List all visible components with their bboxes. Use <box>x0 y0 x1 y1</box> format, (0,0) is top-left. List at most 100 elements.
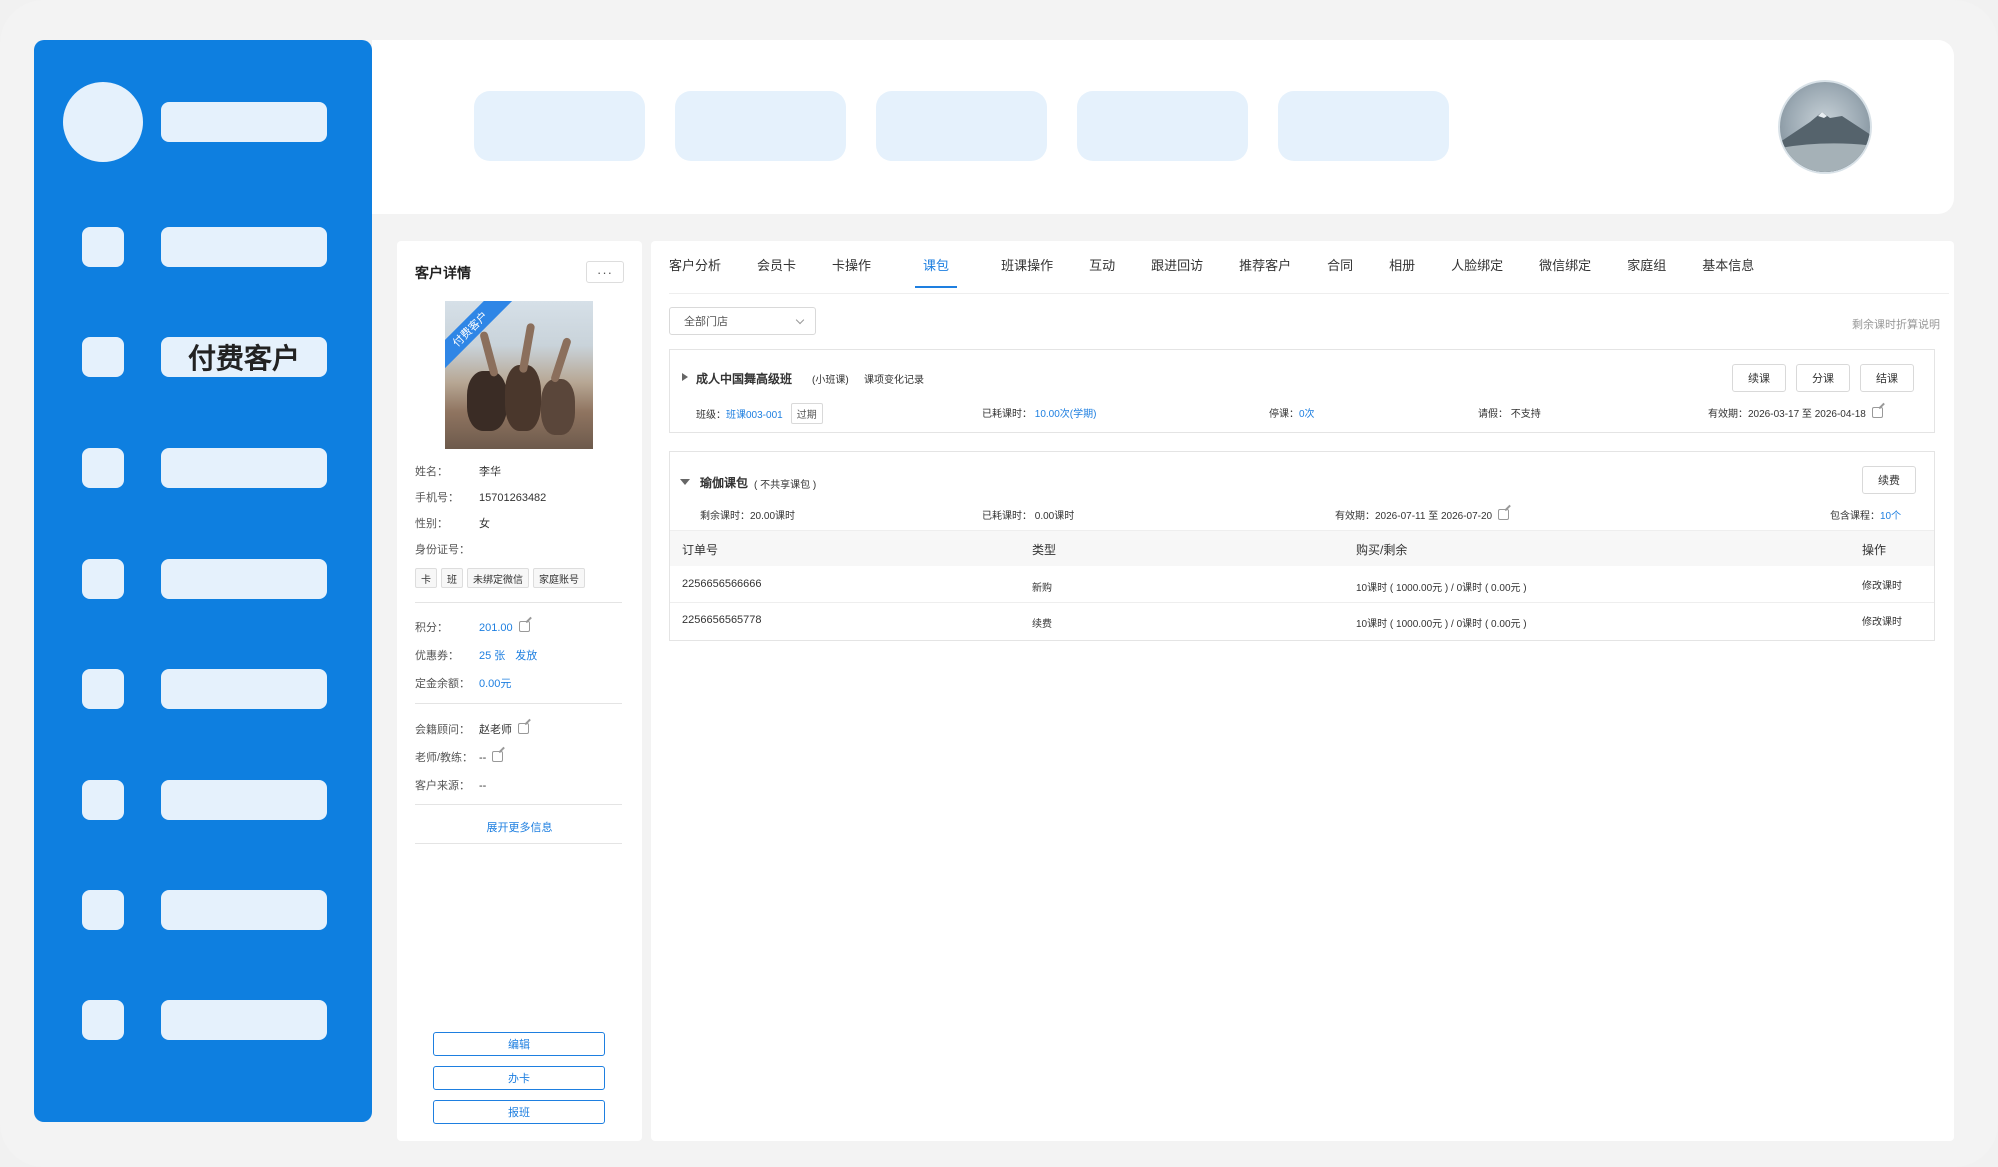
coupon-row: 优惠券： 25 张发放 <box>415 650 538 662</box>
order-type: 续费 <box>1032 619 1052 630</box>
gender-row: 性别：女 <box>415 518 490 530</box>
tab-course-package[interactable]: 课包 <box>915 259 958 291</box>
tab-basic-info[interactable]: 基本信息 <box>1702 259 1754 291</box>
remaining-hours: 剩余课时：20.00课时 <box>700 511 796 522</box>
header-nav-item[interactable] <box>876 91 1047 161</box>
sidebar-item[interactable] <box>161 669 327 709</box>
tab-album[interactable]: 相册 <box>1389 259 1415 291</box>
change-record-link[interactable]: 课项变化记录 <box>864 371 924 386</box>
top-header <box>372 40 1954 214</box>
sidebar-item[interactable] <box>161 559 327 599</box>
issue-coupon-link[interactable]: 发放 <box>515 650 537 662</box>
divider <box>415 804 622 805</box>
chevron-down-icon <box>795 315 805 325</box>
course-package-note: ( 不共享课包 ) <box>754 480 817 491</box>
sidebar-icon[interactable] <box>82 337 124 377</box>
header-nav-item[interactable] <box>1077 91 1248 161</box>
sidebar-icon[interactable] <box>82 1000 124 1040</box>
tab-wechat-binding[interactable]: 微信绑定 <box>1539 259 1591 291</box>
tag-family: 家庭账号 <box>533 568 585 588</box>
tab-card-operation[interactable]: 卡操作 <box>832 259 871 291</box>
advisor-row: 会籍顾问： 赵老师 <box>415 721 529 737</box>
store-select[interactable]: 全部门店 <box>669 307 816 335</box>
sidebar: 付费客户 <box>34 40 372 1122</box>
more-button[interactable]: ··· <box>586 261 624 283</box>
sidebar-item[interactable] <box>161 890 327 930</box>
order-type: 新购 <box>1032 583 1052 594</box>
name-row: 姓名： 李华 <box>415 466 501 478</box>
class-package-type: (小班课) <box>812 375 849 386</box>
customer-photo: 付费客户 <box>445 301 593 449</box>
col-order: 订单号 <box>682 543 719 557</box>
sidebar-item[interactable] <box>161 448 327 488</box>
apply-card-button[interactable]: 办卡 <box>433 1066 605 1090</box>
col-action: 操作 <box>1862 543 1887 557</box>
sidebar-avatar[interactable] <box>63 82 143 162</box>
sidebar-icon[interactable] <box>82 780 124 820</box>
sidebar-item-paid-customers[interactable]: 付费客户 <box>161 337 327 377</box>
leave-field: 请假： 不支持 <box>1478 409 1541 420</box>
sidebar-item[interactable] <box>161 1000 327 1040</box>
user-avatar[interactable] <box>1778 80 1872 174</box>
header-nav-item[interactable] <box>675 91 846 161</box>
continue-class-button[interactable]: 续课 <box>1732 364 1786 392</box>
modify-hours-link[interactable]: 修改课时 <box>1862 577 1902 592</box>
header-nav-item[interactable] <box>1278 91 1449 161</box>
tab-class-operation[interactable]: 班课操作 <box>1001 259 1053 291</box>
course-validity: 有效期：2026-07-11 至 2026-07-20 <box>1335 507 1510 522</box>
sidebar-item[interactable] <box>161 780 327 820</box>
edit-icon[interactable] <box>492 751 504 762</box>
edit-icon[interactable] <box>518 723 529 734</box>
tag-wechat: 未绑定微信 <box>467 568 529 588</box>
store-select-value: 全部门店 <box>684 316 728 328</box>
divider <box>415 602 622 603</box>
edit-icon[interactable] <box>1871 407 1883 418</box>
included-courses: 包含课程：10个 <box>1830 511 1902 522</box>
tab-follow-up[interactable]: 跟进回访 <box>1151 259 1203 291</box>
remaining-hours-note-link[interactable]: 剩余课时折算说明 <box>1852 316 1940 332</box>
header-nav-item[interactable] <box>474 91 645 161</box>
tab-family-group[interactable]: 家庭组 <box>1627 259 1666 291</box>
edit-icon[interactable] <box>1498 509 1510 520</box>
tab-contract[interactable]: 合同 <box>1327 259 1353 291</box>
expand-more-link[interactable]: 展开更多信息 <box>397 819 642 835</box>
class-package-name: 成人中国舞高级班 <box>696 372 793 386</box>
order-number-link[interactable]: 2256656566666 <box>682 578 762 590</box>
course-package-name: 瑜伽课包 <box>700 476 749 490</box>
sidebar-icon[interactable] <box>82 890 124 930</box>
tab-interaction[interactable]: 互动 <box>1089 259 1115 291</box>
expired-badge: 过期 <box>790 403 823 424</box>
sidebar-user-name[interactable] <box>161 102 327 142</box>
tab-face-binding[interactable]: 人脸绑定 <box>1451 259 1503 291</box>
tab-member-card[interactable]: 会员卡 <box>757 259 796 291</box>
enroll-class-button[interactable]: 报班 <box>433 1100 605 1124</box>
divider <box>415 843 622 844</box>
end-class-button[interactable]: 结课 <box>1860 364 1914 392</box>
class-link[interactable]: 班课003-001 <box>726 410 783 421</box>
sidebar-item[interactable] <box>161 227 327 267</box>
modify-hours-link[interactable]: 修改课时 <box>1862 613 1902 628</box>
edit-button[interactable]: 编辑 <box>433 1032 605 1056</box>
sidebar-icon[interactable] <box>82 448 124 488</box>
order-table-header: 订单号 类型 购买/剩余 操作 <box>670 530 1934 566</box>
split-class-button[interactable]: 分课 <box>1796 364 1850 392</box>
order-number-link[interactable]: 2256656565778 <box>682 614 762 626</box>
order-amount: 10课时 ( 1000.00元 ) / 0课时 ( 0.00元 ) <box>1356 619 1527 630</box>
course-package-card: 瑜伽课包 ( 不共享课包 ) 续费 剩余课时：20.00课时 已耗课时： 0.0… <box>669 451 1935 641</box>
tab-customer-analysis[interactable]: 客户分析 <box>669 259 721 291</box>
caret-right-icon[interactable] <box>682 373 688 381</box>
tab-divider <box>669 293 1949 294</box>
coach-row: 老师/教练： -- <box>415 749 504 765</box>
sidebar-icon[interactable] <box>82 227 124 267</box>
sidebar-icon[interactable] <box>82 669 124 709</box>
renew-button[interactable]: 续费 <box>1862 466 1916 494</box>
caret-down-icon[interactable] <box>680 479 690 485</box>
divider <box>415 703 622 704</box>
validity-field: 有效期：2026-03-17 至 2026-04-18 <box>1708 405 1883 420</box>
id-number-row: 身份证号： <box>415 544 470 556</box>
tab-referral[interactable]: 推荐客户 <box>1239 259 1291 291</box>
col-purchase-remaining: 购买/剩余 <box>1356 543 1408 557</box>
edit-icon[interactable] <box>518 621 530 632</box>
customer-detail-panel: 客户详情 ··· 付费客户 姓名： 李华 手机号： 15701263482 性别：女… <box>397 241 642 1141</box>
sidebar-icon[interactable] <box>82 559 124 599</box>
